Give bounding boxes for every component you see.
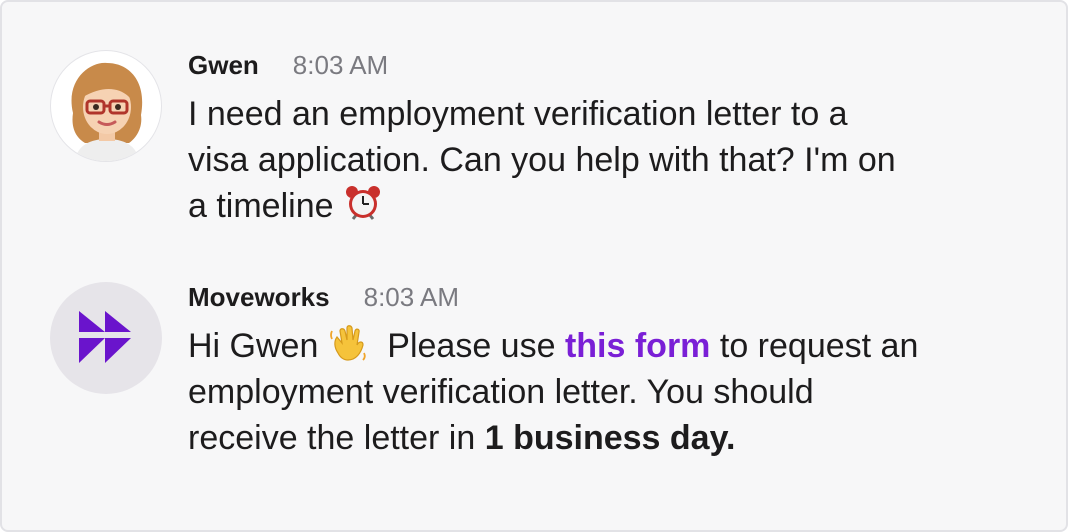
chat-panel: Gwen 8:03 AM I need an employment verifi… bbox=[0, 0, 1068, 532]
avatar[interactable] bbox=[50, 282, 162, 394]
message-text-before-link: Please use bbox=[387, 327, 556, 365]
message-text: Hi Gwen Please use this form to request … bbox=[188, 323, 1048, 461]
sender-name[interactable]: Gwen bbox=[188, 50, 259, 81]
message-content: Gwen 8:03 AM I need an employment verifi… bbox=[188, 50, 1048, 229]
message-line: employment verification letter. You shou… bbox=[188, 373, 814, 411]
sender-name[interactable]: Moveworks bbox=[188, 282, 330, 313]
message-line: receive the letter in 1 business day. bbox=[188, 415, 1048, 461]
gwen-avatar-icon bbox=[71, 62, 143, 161]
message-content: Moveworks 8:03 AM Hi Gwen Please use thi… bbox=[188, 282, 1048, 461]
timestamp[interactable]: 8:03 AM bbox=[364, 282, 459, 313]
moveworks-logo-icon bbox=[79, 311, 131, 363]
form-link[interactable]: this form bbox=[565, 327, 710, 365]
message-text: I need an employment verification letter… bbox=[188, 91, 1048, 229]
waving-hand-icon bbox=[329, 325, 366, 361]
message-text-after-link: to request an bbox=[719, 327, 919, 365]
message-line: visa application. Can you help with that… bbox=[188, 141, 896, 179]
message-line-text: receive the letter in bbox=[188, 419, 476, 457]
greeting-text: Hi Gwen bbox=[188, 327, 319, 365]
alarm-clock-icon bbox=[345, 186, 380, 220]
timestamp[interactable]: 8:03 AM bbox=[293, 50, 388, 81]
message-header: Moveworks 8:03 AM bbox=[188, 282, 1048, 322]
business-day-emphasis: 1 business day. bbox=[484, 419, 736, 457]
message-line-text: a timeline bbox=[188, 187, 334, 225]
message-header: Gwen 8:03 AM bbox=[188, 50, 1048, 90]
message-line: Hi Gwen Please use this form to request … bbox=[188, 323, 1048, 369]
message-line: I need an employment verification letter… bbox=[188, 95, 848, 133]
message-line: a timeline bbox=[188, 183, 1048, 229]
avatar[interactable] bbox=[50, 50, 162, 162]
